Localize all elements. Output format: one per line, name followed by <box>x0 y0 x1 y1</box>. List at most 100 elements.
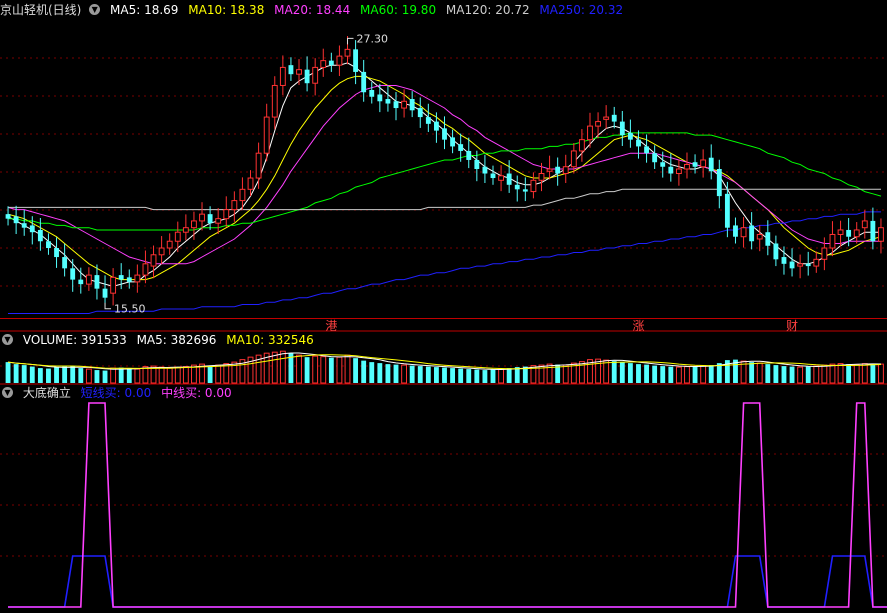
volume-bar <box>692 366 698 383</box>
legend-ma120: MA120: 20.72 <box>445 3 530 17</box>
candle-body <box>304 69 310 84</box>
legend-volume: VOLUME: 391533 <box>22 333 127 347</box>
main-chart[interactable]: 27.30 15.50 港 涨 财 <box>0 0 887 613</box>
candle-body <box>749 225 755 242</box>
candle-body <box>781 257 787 264</box>
candle-body <box>878 227 884 242</box>
candle-body <box>442 128 447 140</box>
volume-bar <box>94 370 100 383</box>
volume-bar <box>474 369 480 383</box>
volume-bar <box>562 364 569 384</box>
volume-bar <box>853 364 860 384</box>
volume-bar <box>837 363 844 384</box>
candle-body <box>813 258 820 267</box>
volume-bar <box>37 368 43 383</box>
volume-bar <box>627 363 633 383</box>
volume-bar <box>304 357 310 383</box>
candle-body <box>85 274 92 285</box>
legend-ma60: MA60: 19.80 <box>360 3 437 17</box>
candle-body <box>652 153 658 163</box>
candle-body <box>562 166 569 175</box>
volume-bar <box>765 364 771 383</box>
candle-body <box>393 101 399 109</box>
legend-vma10: MA10: 332546 <box>226 333 314 347</box>
price-title[interactable]: 京山轻机(日线) <box>0 3 81 17</box>
volume-bar <box>353 358 359 383</box>
candle-body <box>684 163 690 170</box>
volume-bar <box>675 366 682 384</box>
indicator-title[interactable]: 大底确立 <box>23 386 71 400</box>
ma-line-ma120 <box>8 188 881 211</box>
candle-body <box>409 99 415 111</box>
candle-body <box>166 240 173 249</box>
chevron-down-icon[interactable]: ▼ <box>2 387 13 398</box>
legend-ma20: MA20: 18.44 <box>274 3 351 17</box>
candle-body <box>425 117 431 124</box>
volume-bar <box>700 365 707 384</box>
volume-bar <box>271 351 278 384</box>
candle-body <box>837 229 844 235</box>
indicator-legend-bar: ▼ 大底确立 短线买: 0.00 中线买: 0.00 <box>0 385 238 401</box>
candle-body <box>821 247 828 260</box>
high-marker <box>347 37 354 45</box>
candle-body <box>271 84 278 118</box>
candle-body <box>756 233 763 240</box>
candle-body <box>853 229 860 238</box>
candle-body <box>530 179 537 193</box>
candle-body <box>765 232 771 246</box>
candle-body <box>789 261 795 269</box>
volume-bar <box>490 369 496 383</box>
candle-body <box>555 166 561 174</box>
candle-body <box>21 223 27 228</box>
candle-body <box>660 162 666 167</box>
volume-bar <box>223 363 230 384</box>
volume-bar <box>450 368 456 383</box>
candle-body <box>336 55 343 66</box>
candle-body <box>668 166 674 174</box>
candle-body <box>255 152 262 179</box>
candle-body <box>344 48 351 57</box>
chevron-down-icon[interactable]: ▼ <box>2 334 13 345</box>
candle-body <box>578 139 585 152</box>
candle-body <box>716 169 722 197</box>
volume-bar <box>110 367 117 384</box>
volume-bar <box>442 367 447 383</box>
volume-bar <box>134 368 141 384</box>
candle-body <box>353 49 359 72</box>
candle-body <box>603 116 610 120</box>
volume-bar <box>619 362 625 383</box>
event-tag: 港 <box>325 319 337 333</box>
candle-body <box>490 173 496 179</box>
candle-body <box>296 69 302 75</box>
volume-bar <box>21 365 27 383</box>
candle-body <box>37 229 43 242</box>
candle-body <box>385 99 391 104</box>
volume-bar-layer[interactable] <box>5 350 884 384</box>
volume-bar <box>466 369 472 383</box>
volume-bar <box>417 366 423 383</box>
short-buy-line <box>8 555 887 608</box>
candle-body <box>773 243 779 260</box>
candle-body <box>312 66 319 84</box>
volume-legend-bar: ▼ VOLUME: 391533 MA5: 382696 MA10: 33254… <box>0 332 320 348</box>
volume-bar <box>312 355 319 384</box>
candle-body <box>466 150 472 160</box>
volume-bar <box>102 370 108 383</box>
candle-body <box>401 100 408 109</box>
volume-bar <box>191 364 197 384</box>
volume-bar <box>458 368 464 383</box>
volume-bar <box>652 365 658 383</box>
candle-body <box>207 214 213 224</box>
volume-bar <box>846 364 852 383</box>
volume-bar <box>361 360 367 383</box>
candle-body <box>102 288 108 298</box>
candle-body <box>474 159 480 169</box>
volume-bar <box>506 368 512 383</box>
volume-bar <box>870 363 876 383</box>
volume-bar <box>773 365 779 383</box>
candle-body <box>740 227 747 238</box>
volume-bar <box>644 364 649 383</box>
candle-body <box>5 214 11 219</box>
candlestick-layer[interactable] <box>5 36 884 306</box>
chevron-down-icon[interactable]: ▼ <box>89 4 101 15</box>
